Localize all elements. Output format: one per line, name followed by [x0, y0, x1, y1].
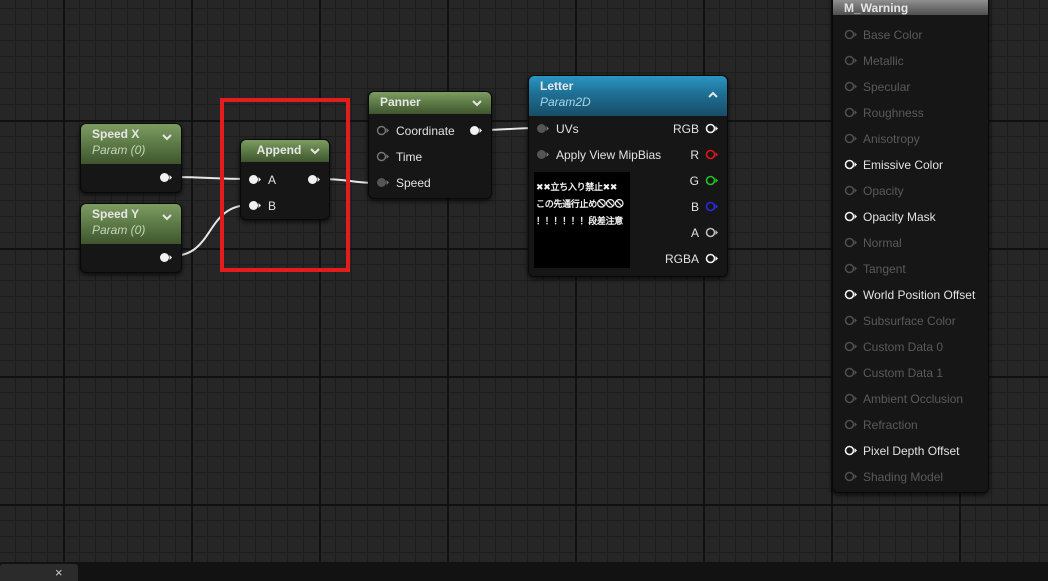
panner-header[interactable]: Panner: [369, 92, 491, 114]
output-pin-rgba-icon[interactable]: [705, 253, 718, 264]
material-pin-icon[interactable]: [844, 445, 857, 456]
speed-x-header[interactable]: Speed X Param (0): [81, 124, 181, 164]
output-pin-a-icon[interactable]: [705, 227, 718, 238]
output-pin-icon[interactable]: [469, 125, 482, 136]
speed-x-title: Speed X: [92, 127, 140, 141]
material-pin-icon[interactable]: [844, 341, 857, 352]
material-pin-label: Subsurface Color: [863, 314, 956, 328]
material-pin-label: Opacity: [863, 184, 904, 198]
letter-subtitle: Param2D: [540, 95, 591, 109]
material-pin-icon[interactable]: [844, 133, 857, 144]
texture-line-2: この先通行止め🛇🛇🛇: [536, 199, 624, 209]
material-pin-label: Pixel Depth Offset: [863, 444, 960, 458]
highlight-box: [220, 98, 350, 272]
material-pin-label: Emissive Color: [863, 158, 944, 172]
material-pin-label: Tangent: [863, 262, 906, 276]
panner-node[interactable]: Panner Coordinate Time Speed: [368, 91, 492, 199]
input-pin-time-icon[interactable]: [376, 151, 389, 162]
material-output-node[interactable]: M_Warning Base Color Metallic Specular Roug…: [832, 0, 989, 493]
material-pin-icon[interactable]: [844, 289, 857, 300]
material-pin-label: Custom Data 1: [863, 366, 944, 380]
material-pin-label: Shading Model: [863, 470, 944, 484]
letter-pin-uvs: UVs: [556, 122, 579, 136]
speed-x-node[interactable]: Speed X Param (0): [80, 123, 182, 193]
letter-header[interactable]: Letter Param2D: [529, 76, 727, 116]
speed-y-header[interactable]: Speed Y Param (0): [81, 204, 181, 244]
input-pin-coordinate-icon[interactable]: [376, 125, 389, 136]
texture-line-1: ✖✖立ち入り禁止✖✖: [536, 182, 618, 192]
letter-out-r: R: [690, 148, 699, 162]
panner-pin-coordinate: Coordinate: [396, 124, 455, 138]
input-pin-mipbias-icon[interactable]: [536, 149, 549, 160]
material-pin-icon[interactable]: [844, 55, 857, 66]
letter-pin-apply-view-mipbias: Apply View MipBias: [556, 148, 662, 162]
material-pin-label: Metallic: [863, 54, 904, 68]
material-pin-icon[interactable]: [844, 29, 857, 40]
bottom-bar: [0, 562, 1048, 581]
letter-out-rgb: RGB: [672, 122, 699, 136]
chevron-down-icon[interactable]: [161, 131, 173, 143]
material-pin-icon[interactable]: [844, 211, 857, 222]
chevron-down-icon[interactable]: [471, 97, 483, 109]
material-pin-label: Custom Data 0: [863, 340, 944, 354]
material-pin-label: Normal: [863, 236, 902, 250]
panner-title: Panner: [380, 95, 421, 109]
material-pin-icon[interactable]: [844, 315, 857, 326]
material-pin-icon[interactable]: [844, 185, 857, 196]
speed-y-title: Speed Y: [92, 207, 140, 221]
material-header[interactable]: M_Warning: [833, 0, 988, 15]
material-pin-icon[interactable]: [844, 471, 857, 482]
material-pin-label: Roughness: [863, 106, 924, 120]
output-pin-rgb-icon[interactable]: [705, 123, 718, 134]
speed-y-node[interactable]: Speed Y Param (0): [80, 203, 182, 273]
texture-preview: ✖✖立ち入り禁止✖✖ この先通行止め🛇🛇🛇 ！！！！！！段差注意: [534, 172, 630, 268]
letter-out-rgba: RGBA: [664, 252, 699, 266]
material-pin-label: Ambient Occlusion: [863, 392, 964, 406]
material-pin-label: Refraction: [863, 418, 918, 432]
bottom-tab[interactable]: ×: [0, 564, 78, 581]
material-pin-icon[interactable]: [844, 159, 857, 170]
output-pin-g-icon[interactable]: [705, 175, 718, 186]
material-pin-label: World Position Offset: [863, 288, 976, 302]
material-pin-icon[interactable]: [844, 393, 857, 404]
material-pin-label: Base Color: [863, 28, 923, 42]
speed-x-subtitle: Param (0): [92, 143, 146, 157]
output-pin-icon[interactable]: [159, 252, 172, 263]
panner-pin-time: Time: [396, 150, 423, 164]
material-pin-icon[interactable]: [844, 367, 857, 378]
material-pin-icon[interactable]: [844, 263, 857, 274]
speed-y-subtitle: Param (0): [92, 223, 146, 237]
close-icon[interactable]: ×: [55, 564, 63, 581]
material-pin-icon[interactable]: [844, 419, 857, 430]
material-pin-label: Opacity Mask: [863, 210, 936, 224]
material-pin-icon[interactable]: [844, 107, 857, 118]
material-pin-icon[interactable]: [844, 81, 857, 92]
material-pin-icon[interactable]: [844, 237, 857, 248]
letter-texture-node[interactable]: Letter Param2D UVs Apply View MipBias RG…: [528, 75, 728, 277]
output-pin-icon[interactable]: [159, 172, 172, 183]
material-title: M_Warning: [844, 1, 909, 15]
input-pin-uvs-icon[interactable]: [536, 123, 549, 134]
panner-pin-speed: Speed: [396, 176, 431, 190]
texture-line-3: ！！！！！！段差注意: [536, 216, 624, 226]
letter-out-g: G: [689, 174, 699, 188]
output-pin-b-icon[interactable]: [705, 201, 718, 212]
material-pin-label: Specular: [863, 80, 911, 94]
letter-out-b: B: [690, 200, 699, 214]
chevron-up-icon[interactable]: [707, 89, 719, 101]
letter-title: Letter: [540, 79, 574, 93]
letter-out-a: A: [690, 226, 699, 240]
material-pin-label: Anisotropy: [863, 132, 920, 146]
output-pin-r-icon[interactable]: [705, 149, 718, 160]
input-pin-speed-icon[interactable]: [376, 177, 389, 188]
chevron-down-icon[interactable]: [161, 211, 173, 223]
